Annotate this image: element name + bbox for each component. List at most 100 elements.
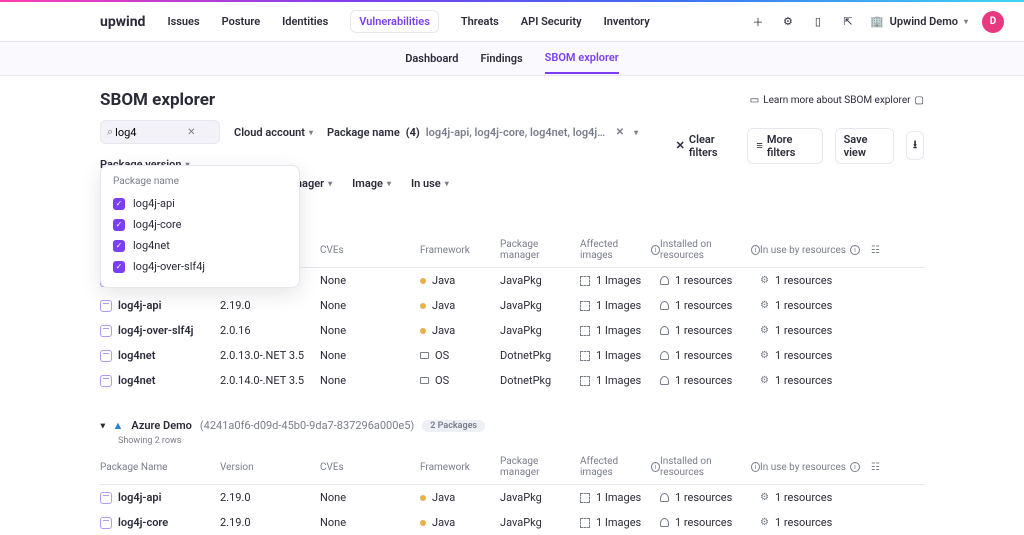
info-icon[interactable]: i <box>850 245 860 255</box>
tab-dashboard[interactable]: Dashboard <box>405 44 458 73</box>
col-inuse-resources: In use by resources <box>760 462 846 473</box>
learn-more-link[interactable]: ▭ Learn more about SBOM explorer ▢ <box>750 95 924 106</box>
dropdown-option[interactable]: ✓log4j-over-slf4j <box>113 256 287 277</box>
group-id: (4241a0f6-d09d-45b0-9da7-837296a000e5) <box>200 419 414 432</box>
nav-threats[interactable]: Threats <box>461 15 499 28</box>
col-affected-images: Affected images <box>580 239 647 261</box>
filters-bar: ⌕ ✕ Cloud account▾ Package name (4) log4… <box>100 120 924 171</box>
resource-icon <box>660 351 669 360</box>
info-icon[interactable]: i <box>751 245 760 255</box>
dropdown-option[interactable]: ✓log4j-core <box>113 214 287 235</box>
secondary-filters: anager▾ Image▾ In use▾ Package name ✓log… <box>100 177 924 197</box>
table-header: Package Name Version CVEs Framework Pack… <box>100 450 924 485</box>
chevron-down-icon: ▾ <box>964 17 968 26</box>
add-icon[interactable]: ＋ <box>750 14 766 30</box>
col-affected-images: Affected images <box>580 456 647 478</box>
col-inuse-resources: In use by resources <box>760 245 846 256</box>
avatar[interactable]: D <box>982 11 1004 33</box>
azure-icon: ▲ <box>113 419 124 432</box>
java-icon <box>420 520 426 526</box>
filter-image[interactable]: Image▾ <box>352 177 391 190</box>
dropdown-option[interactable]: ✓log4net <box>113 235 287 256</box>
clear-package-filter-icon[interactable]: ✕ <box>612 127 628 138</box>
nav-issues[interactable]: Issues <box>167 15 199 28</box>
nav-vulnerabilities[interactable]: Vulnerabilities <box>350 10 439 33</box>
gear-icon[interactable]: ⚙ <box>780 14 796 30</box>
group-header[interactable]: ▸ ▲ Azure Demo (4241a0f6-d09d-45b0-9da7-… <box>100 419 924 432</box>
table-row[interactable]: log4j-core2.19.0NoneJavaJavaPkg1 Images1… <box>100 510 924 535</box>
tab-sbom-explorer[interactable]: SBOM explorer <box>545 43 619 74</box>
package-icon <box>100 325 112 337</box>
resource-icon <box>660 518 669 527</box>
gear-icon: ⚙ <box>760 350 769 361</box>
col-package-manager: Package manager <box>500 239 580 261</box>
image-icon <box>580 376 590 386</box>
col-framework: Framework <box>420 245 470 256</box>
more-filters-button[interactable]: ≡ More filters <box>747 128 822 164</box>
account-switcher[interactable]: 🏢 Upwind Demo ▾ <box>870 15 968 28</box>
info-icon[interactable]: i <box>651 462 660 472</box>
checkbox-icon: ✓ <box>113 261 125 273</box>
col-cves: CVEs <box>320 245 344 256</box>
info-icon[interactable]: i <box>850 462 860 472</box>
table-row[interactable]: log4j-api2.19.0NoneJavaJavaPkg1 Images1 … <box>100 485 924 510</box>
filter-cloud-account[interactable]: Cloud account▾ <box>234 126 313 139</box>
account-label: Upwind Demo <box>890 15 958 28</box>
nav-inventory[interactable]: Inventory <box>604 15 650 28</box>
brand-text: upwind <box>100 14 145 30</box>
col-installed-resources: Installed on resources <box>660 456 747 478</box>
image-icon <box>580 518 590 528</box>
filter-in-use[interactable]: In use▾ <box>411 177 449 190</box>
java-icon <box>420 303 426 309</box>
gear-icon: ⚙ <box>760 325 769 336</box>
nav-identities[interactable]: Identities <box>282 15 328 28</box>
clear-search-icon[interactable]: ✕ <box>183 127 199 138</box>
filter-package-name[interactable]: Package name (4) log4j-api, log4j-core, … <box>327 126 638 139</box>
search-input-wrapper: ⌕ ✕ <box>100 120 220 144</box>
resource-icon <box>660 376 669 385</box>
tab-findings[interactable]: Findings <box>480 44 522 73</box>
clear-filters-button[interactable]: ✕ Clear filters <box>676 133 736 159</box>
book-icon: ▭ <box>750 95 759 106</box>
package-icon <box>100 492 112 504</box>
image-icon <box>580 276 590 286</box>
group-name: Azure Demo <box>131 419 191 432</box>
java-icon <box>420 495 426 501</box>
gear-icon: ⚙ <box>760 275 769 286</box>
col-version: Version <box>220 462 254 473</box>
save-view-button[interactable]: Save view <box>835 128 895 164</box>
activity-icon[interactable]: ⇱ <box>840 14 856 30</box>
checkbox-icon: ✓ <box>113 198 125 210</box>
download-icon: ⭳ <box>913 136 917 155</box>
chevron-down-icon[interactable]: ▸ <box>97 423 107 428</box>
table-row[interactable]: log4net2.0.13.0-.NET 3.5NoneOSDotnetPkg1… <box>100 343 924 368</box>
search-input[interactable] <box>113 125 183 140</box>
gear-icon: ⚙ <box>760 300 769 311</box>
os-icon <box>420 377 429 384</box>
dropdown-option[interactable]: ✓log4j-api <box>113 193 287 214</box>
table-row[interactable]: log4net2.0.14.0-.NET 3.5NoneOSDotnetPkg1… <box>100 368 924 393</box>
info-icon[interactable]: i <box>751 462 760 472</box>
rows-count: Showing 2 rows <box>118 436 924 446</box>
info-icon[interactable]: i <box>651 245 660 255</box>
brand-logo[interactable]: upwind <box>100 14 145 30</box>
checkbox-icon: ✓ <box>113 240 125 252</box>
package-icon <box>100 517 112 529</box>
panel-icon[interactable]: ▯ <box>810 14 826 30</box>
nav-posture[interactable]: Posture <box>222 15 260 28</box>
resource-icon <box>660 301 669 310</box>
col-cves: CVEs <box>320 462 344 473</box>
nav-api-security[interactable]: API Security <box>521 15 582 28</box>
package-name-dropdown: Package name ✓log4j-api✓log4j-core✓log4n… <box>100 165 300 288</box>
top-nav: upwind Issues Posture Identities Vulnerabil… <box>0 2 1024 42</box>
table-row[interactable]: log4j-over-slf4j2.0.16NoneJavaJavaPkg1 I… <box>100 318 924 343</box>
package-icon <box>100 300 112 312</box>
close-icon: ✕ <box>676 139 685 152</box>
download-button[interactable]: ⭳ <box>906 131 924 160</box>
image-icon <box>580 301 590 311</box>
resource-icon <box>660 493 669 502</box>
table-row[interactable]: log4j-api2.19.0NoneJavaJavaPkg1 Images1 … <box>100 293 924 318</box>
customize-columns-icon[interactable]: ☷ <box>871 462 880 473</box>
customize-columns-icon[interactable]: ☷ <box>871 245 880 256</box>
gear-icon: ⚙ <box>760 375 769 386</box>
